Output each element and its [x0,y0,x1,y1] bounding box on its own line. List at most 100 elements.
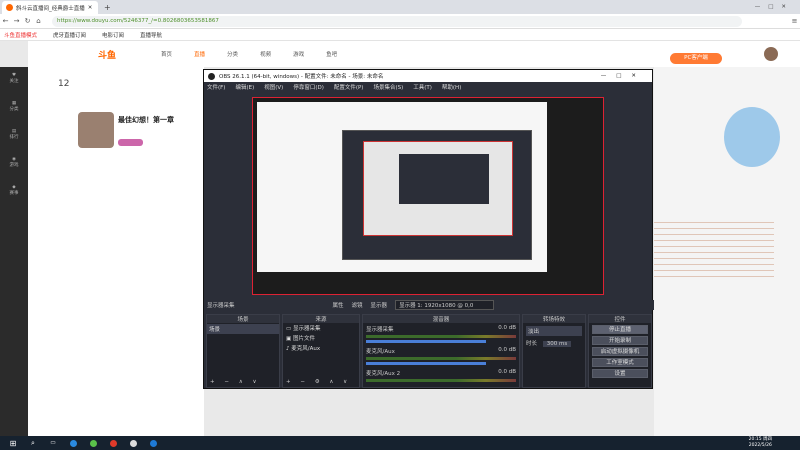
source-label: 显示器采集 [207,303,235,309]
menu-item[interactable]: 文件(F) [207,83,225,91]
url-input[interactable]: https://www.douyu.com/5246377_/=0.802680… [52,15,742,27]
display-select[interactable]: 显示器 1: 1920x1080 @ 0,0 [395,300,495,310]
nav-item[interactable]: 首页 [161,50,172,58]
source-item[interactable]: ♪ 麦克风/Aux [283,343,359,353]
volume-meter [366,379,516,382]
virtual-camera-button[interactable]: 启动虚拟摄像机 [592,347,648,356]
obs-title-bar: OBS 26.1.1 (64-bit, windows) - 配置文件: 未命名… [204,70,652,82]
mixer-channel: 麦克风/Aux 0.0 dB [363,345,519,367]
menu-item[interactable]: 帮助(H) [442,83,461,91]
mixer-channel: 显示器采集 0.0 dB [363,323,519,345]
new-tab-icon[interactable]: + [104,3,111,12]
nav-item[interactable]: 视频 [260,50,271,58]
source-item[interactable]: ▣ 图片文件 [283,333,359,343]
site-logo[interactable]: 斗鱼 [98,48,116,61]
right-content-panel: PC客户端 [654,53,800,436]
duration-input[interactable]: 300 ms [542,341,572,347]
menu-item[interactable]: 视图(V) [264,83,283,91]
app-icon[interactable] [106,438,120,448]
recursive-capture-3 [363,141,513,236]
bookmark-item[interactable]: 虎牙直播订阅 [53,31,86,39]
nav-item[interactable]: 游戏 [293,50,304,58]
source-item[interactable]: ▭ 显示器采集 [283,323,359,333]
browser-tab[interactable]: 斜斗云直播间_经典爵士直播 ✕ [2,1,98,14]
bookmark-item[interactable]: 斗鱼直播模式 [4,31,37,39]
controls-title: 控件 [589,315,651,323]
windows-taskbar: ⊞ ⌕ ▭ 20:15 周四 2022/5/26 [0,436,800,450]
menu-item[interactable]: 配置文件(P) [334,83,364,91]
volume-slider[interactable] [366,362,486,365]
task-view-icon[interactable]: ▭ [46,438,60,448]
browser-app-icon[interactable] [86,438,100,448]
scene-toolbar-icon[interactable]: + − ∧ ∨ [210,379,261,385]
transition-dock: 转场特效 淡出 时长 300 ms [522,314,586,388]
display-label: 显示器 [370,303,388,309]
obs-app-icon[interactable] [126,438,140,448]
text-block [654,217,774,277]
mixer-channel: 麦克风/Aux 2 0.0 dB [363,367,519,389]
obs-window: OBS 26.1.1 (64-bit, windows) - 配置文件: 未命名… [203,69,654,389]
menu-item[interactable]: 停靠窗口(D) [293,83,324,91]
sidebar-item[interactable]: ▦ 分类 [0,95,28,123]
follow-count: 12 [58,79,70,89]
transition-title: 转场特效 [523,315,585,323]
sidebar-item[interactable]: ◆ 赛事 [0,179,28,207]
app-icon[interactable] [146,438,160,448]
source-toolbar-icon[interactable]: + − ⚙ ∧ ∨ [286,379,351,385]
home-icon[interactable]: ⌂ [33,17,44,25]
menu-icon[interactable]: ≡ [789,17,800,25]
obs-window-controls-icon[interactable]: —□✕ [601,73,646,79]
sources-title: 来源 [283,315,359,323]
system-clock[interactable]: 20:15 周四 2022/5/26 [749,437,772,449]
room-title: 最佳幻想！第一章 [118,116,174,124]
room-tag [118,139,143,146]
site-sidebar: ♥ 关注 ▦ 分类 ▤ 排行 ◉ 游戏 ◆ 赛事 [0,67,28,436]
site-favicon-icon [6,4,13,11]
filters-button[interactable]: 滤镜 [352,301,363,309]
source-toolbar: 显示器采集 属性 滤镜 显示器 显示器 1: 1920x1080 @ 0,0 [204,300,654,310]
studio-mode-button[interactable]: 工作室模式 [592,358,648,367]
scenes-title: 场景 [207,315,279,323]
streamer-avatar[interactable] [78,112,114,148]
duration-row: 时长 300 ms [526,339,582,347]
mixer-dock: 混音器 显示器采集 0.0 dB 麦克风/Aux 0.0 dB 麦克风/Aux 20… [362,314,520,388]
bookmark-item[interactable]: 直播导航 [140,31,162,39]
nav-item[interactable]: 分类 [227,50,238,58]
start-recording-button[interactable]: 开始录制 [592,336,648,345]
bookmark-item[interactable]: 电影订阅 [102,31,124,39]
pc-client-button[interactable]: PC客户端 [670,53,722,64]
tab-title: 斜斗云直播间_经典爵士直播 [16,5,85,12]
forward-icon[interactable]: → [11,17,22,25]
nav-item[interactable]: 直播 [194,50,205,58]
back-icon[interactable]: ← [0,17,11,25]
menu-item[interactable]: 编辑(E) [235,83,254,91]
window-controls-icon[interactable]: —□✕ [755,4,794,10]
windows-start-icon[interactable]: ⊞ [6,438,20,448]
properties-button[interactable]: 属性 [333,301,344,309]
obs-menu-bar: 文件(F) 编辑(E) 视图(V) 停靠窗口(D) 配置文件(P) 场景集合(S… [204,82,652,92]
settings-button[interactable]: 设置 [592,369,648,378]
close-tab-icon[interactable]: ✕ [88,5,93,11]
search-icon[interactable]: ⌕ [26,438,40,448]
scenes-dock: 场景 场景 + − ∧ ∨ [206,314,280,388]
sidebar-item[interactable]: ▤ 排行 [0,123,28,151]
menu-item[interactable]: 场景集合(S) [373,83,403,91]
sources-dock: 来源 ▭ 显示器采集 ▣ 图片文件 ♪ 麦克风/Aux + − ⚙ ∧ ∨ [282,314,360,388]
avatar[interactable] [764,47,778,61]
scene-item[interactable]: 场景 [207,324,279,334]
recursive-capture-2 [342,130,532,260]
sidebar-item[interactable]: ◉ 游戏 [0,151,28,179]
room-info-panel: 12 最佳幻想！第一章 [28,67,204,436]
nav-item[interactable]: 鱼吧 [326,50,337,58]
edge-icon[interactable] [66,438,80,448]
obs-title: OBS 26.1.1 (64-bit, windows) - 配置文件: 未命名… [219,74,384,80]
obs-preview[interactable] [252,97,604,295]
stop-streaming-button[interactable]: 停止直播 [592,325,648,334]
menu-item[interactable]: 工具(T) [413,83,432,91]
sidebar-item[interactable]: ♥ 关注 [0,67,28,95]
browser-tab-bar: 斜斗云直播间_经典爵士直播 ✕ + —□✕ [0,0,800,14]
transition-select[interactable]: 淡出 [526,326,582,336]
reload-icon[interactable]: ↻ [22,17,33,25]
controls-dock: 控件 停止直播 开始录制 启动虚拟摄像机 工作室模式 设置 [588,314,652,388]
volume-slider[interactable] [366,340,486,343]
